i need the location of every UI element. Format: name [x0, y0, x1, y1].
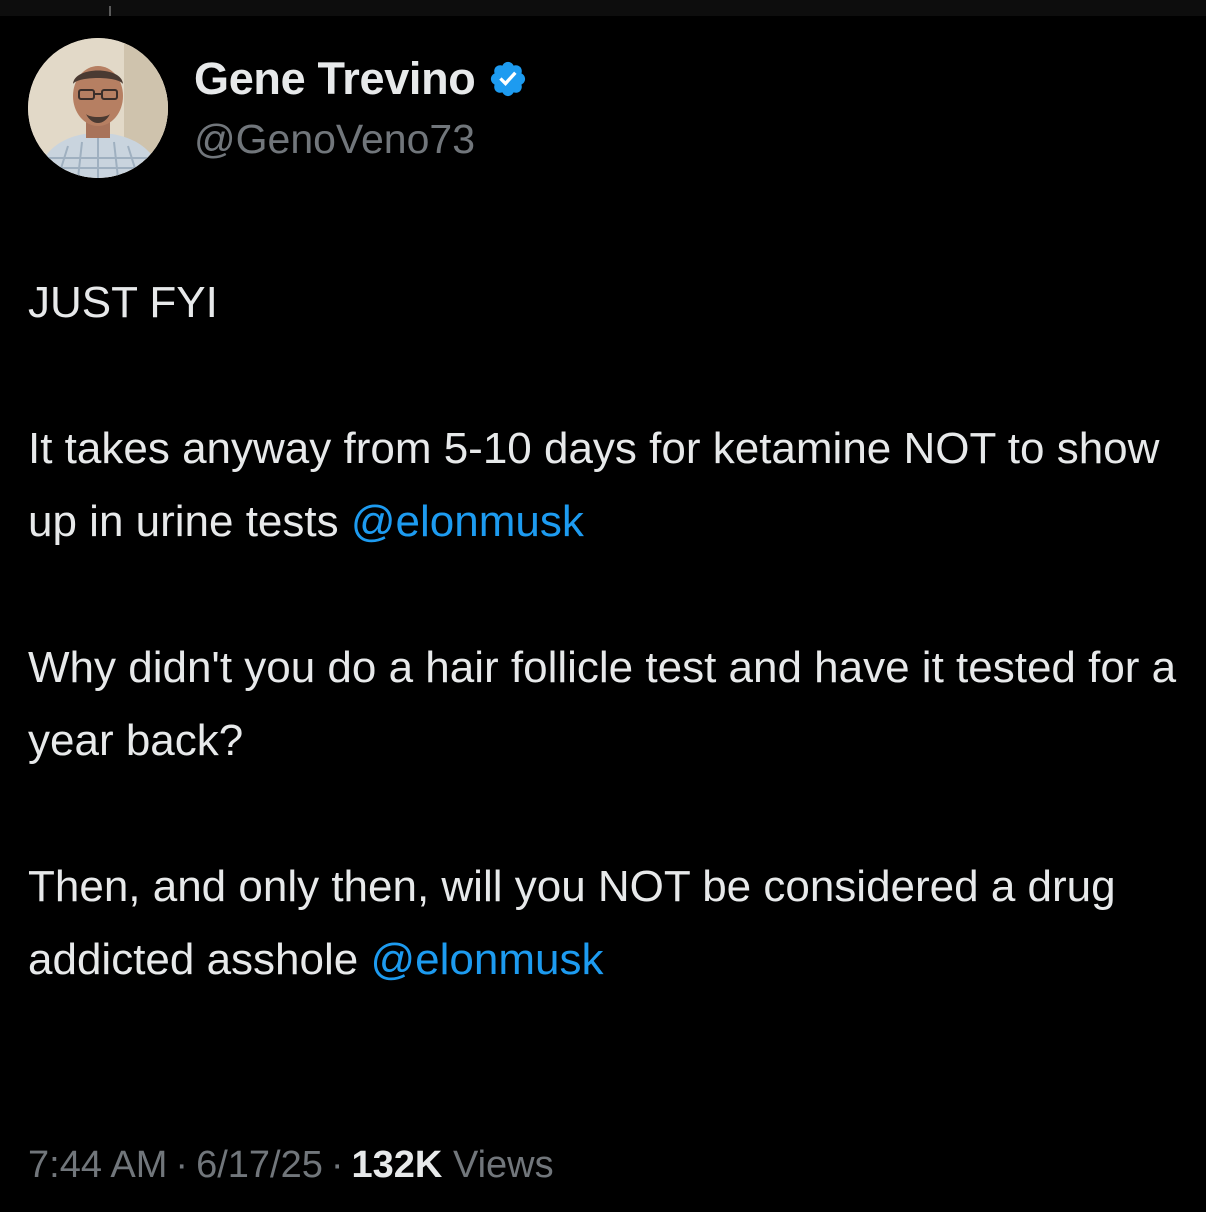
- views-label: Views: [452, 1144, 554, 1186]
- tweet-paragraph-ketamine: It takes anyway from 5-10 days for ketam…: [28, 412, 1178, 558]
- tweet-paragraph-hair-test: Why didn't you do a hair follicle test a…: [28, 643, 1177, 765]
- author-display-name[interactable]: Gene Trevino: [194, 52, 476, 106]
- author-handle[interactable]: @GenoVeno73: [194, 114, 475, 164]
- mention-link-elonmusk-2[interactable]: @elonmusk: [370, 935, 603, 984]
- tweet-date[interactable]: 6/17/25: [196, 1144, 323, 1186]
- tweet-meta: 7:44 AM · 6/17/25 · 132K Views: [28, 1140, 554, 1190]
- author-name-row[interactable]: Gene Trevino: [194, 52, 528, 106]
- meta-separator: ·: [175, 1144, 189, 1186]
- tweet-paragraph-ketamine-text: It takes anyway from 5-10 days for ketam…: [28, 424, 1160, 546]
- status-bar-tick: [109, 6, 111, 16]
- tweet-line-just-fyi: JUST FYI: [28, 278, 218, 327]
- status-bar-strip: [0, 0, 1206, 16]
- tweet-paragraph-then: Then, and only then, will you NOT be con…: [28, 850, 1178, 996]
- meta-separator-2: ·: [330, 1144, 344, 1186]
- verified-badge-icon[interactable]: [488, 59, 528, 99]
- avatar[interactable]: [28, 38, 168, 178]
- views-count[interactable]: 132K: [352, 1144, 443, 1186]
- tweet-text: JUST FYI It takes anyway from 5-10 days …: [28, 266, 1178, 996]
- tweet-time[interactable]: 7:44 AM: [28, 1144, 167, 1186]
- mention-link-elonmusk[interactable]: @elonmusk: [351, 497, 584, 546]
